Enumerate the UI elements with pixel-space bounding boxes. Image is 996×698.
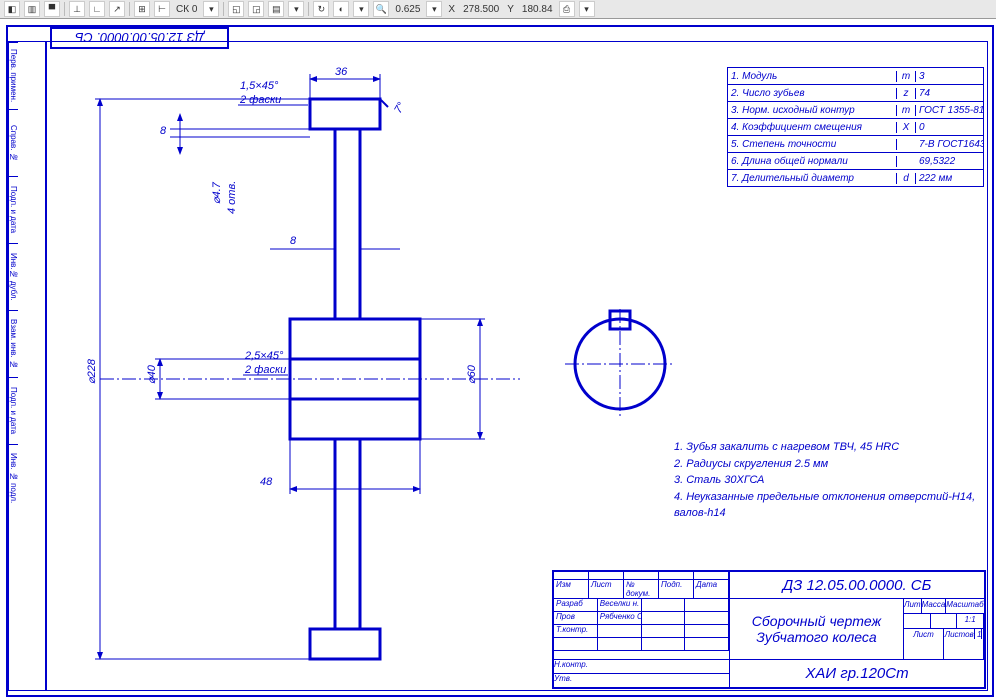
tool-icon[interactable]: ▤ — [268, 1, 284, 17]
svg-text:48: 48 — [260, 476, 273, 488]
zoom-value: 0.625 — [393, 4, 422, 15]
note-line: 1. Зубья закалить с нагревом ТВЧ, 45 HRC — [674, 439, 984, 456]
note-line: 2. Радиусы скругления 2.5 мм — [674, 456, 984, 473]
tool-icon[interactable]: ▀ — [44, 1, 60, 17]
svg-text:7°: 7° — [392, 100, 408, 116]
side-label: Взам. инв. № — [9, 310, 18, 377]
refresh-icon[interactable]: ↻ — [313, 1, 329, 17]
side-label: Подп. и дата — [9, 377, 18, 444]
layer-name[interactable]: СК 0 — [174, 4, 199, 15]
coord-x-label: X — [446, 4, 457, 15]
toolbar: ◧ ▥ ▀ ⊥ ∟ ↗ ⊞ ⊢ СК 0 ▾ ◱ ◲ ▤ ▾ ↻ ◐ ▾ 🔍 0… — [0, 0, 996, 19]
svg-text:8: 8 — [160, 125, 167, 137]
svg-text:36: 36 — [335, 66, 348, 78]
tool-icon[interactable]: ↗ — [109, 1, 125, 17]
tool-icon[interactable]: ∟ — [89, 1, 105, 17]
svg-text:8: 8 — [290, 235, 297, 247]
drawing-svg: 36 1,5×45° 2 фаски 8 ⌀4.7 4 отв. 8 ⌀228 … — [60, 59, 560, 679]
tool-icon[interactable]: ◧ — [4, 1, 20, 17]
zoom-icon[interactable]: 🔍 — [373, 1, 389, 17]
dropdown-icon[interactable]: ▾ — [288, 1, 304, 17]
dropdown-icon[interactable]: ▾ — [579, 1, 595, 17]
doc-number-text: ДЗ 12.05.00.0000. СБ — [75, 31, 204, 46]
svg-text:2,5×45°: 2,5×45° — [244, 350, 284, 362]
tool-icon[interactable]: ◲ — [248, 1, 264, 17]
technical-notes: 1. Зубья закалить с нагревом ТВЧ, 45 HRC… — [674, 439, 984, 522]
side-label: Инв.№ дубл. — [9, 243, 18, 310]
svg-text:⌀228: ⌀228 — [86, 358, 98, 384]
tool-icon[interactable]: ◱ — [228, 1, 244, 17]
coord-x: 278.500 — [461, 4, 501, 15]
svg-text:⌀4.7: ⌀4.7 — [211, 181, 223, 204]
drawing-title: Сборочный чертеж Зубчатого колеса — [730, 599, 903, 659]
coord-y-label: Y — [505, 4, 516, 15]
organization: ХАИ гр.120Ст — [730, 660, 984, 687]
gear-section-view: 36 1,5×45° 2 фаски 8 ⌀4.7 4 отв. 8 ⌀228 … — [60, 59, 560, 679]
tool-icon[interactable]: ▥ — [24, 1, 40, 17]
side-label: Подп. и дата — [9, 176, 18, 243]
svg-text:2 фаски: 2 фаски — [244, 364, 286, 376]
svg-text:2 фаски: 2 фаски — [239, 94, 281, 106]
dropdown-icon[interactable]: ▾ — [426, 1, 442, 17]
dropdown-icon[interactable]: ▾ — [203, 1, 219, 17]
parameter-table: 1. Модульm3 2. Число зубьевz74 3. Норм. … — [727, 67, 984, 187]
keyway-end-view — [565, 309, 675, 419]
title-block: ИзмЛист№ докум.Подп.Дата ДЗ 12.05.00.000… — [552, 570, 986, 689]
coord-y: 180.84 — [520, 4, 555, 15]
note-line: 3. Сталь 30ХГСА — [674, 472, 984, 489]
tool-icon[interactable]: ⊥ — [69, 1, 85, 17]
grid-icon[interactable]: ⊞ — [134, 1, 150, 17]
tool-icon[interactable]: ◐ — [333, 1, 349, 17]
svg-text:⌀60: ⌀60 — [466, 364, 478, 384]
side-label: Инв. № подл. — [9, 444, 18, 511]
dropdown-icon[interactable]: ▾ — [353, 1, 369, 17]
titleblock-docnum: ДЗ 12.05.00.0000. СБ — [730, 572, 984, 598]
drawing-canvas[interactable]: ДЗ 12.05.00.0000. СБ Перв. примен. Справ… — [0, 19, 996, 698]
svg-text:⌀40: ⌀40 — [146, 364, 158, 384]
side-label: Перв. примен. — [9, 42, 18, 109]
tool-icon[interactable]: ⎙ — [559, 1, 575, 17]
note-line: 4. Неуказанные предельные отклонения отв… — [674, 489, 984, 522]
svg-text:4 отв.: 4 отв. — [226, 181, 238, 214]
side-column: Перв. примен. Справ. № Подп. и дата Инв.… — [8, 41, 47, 691]
svg-text:1,5×45°: 1,5×45° — [240, 80, 279, 92]
snap-icon[interactable]: ⊢ — [154, 1, 170, 17]
doc-number-top: ДЗ 12.05.00.0000. СБ — [50, 27, 229, 49]
side-label: Справ. № — [9, 109, 18, 176]
